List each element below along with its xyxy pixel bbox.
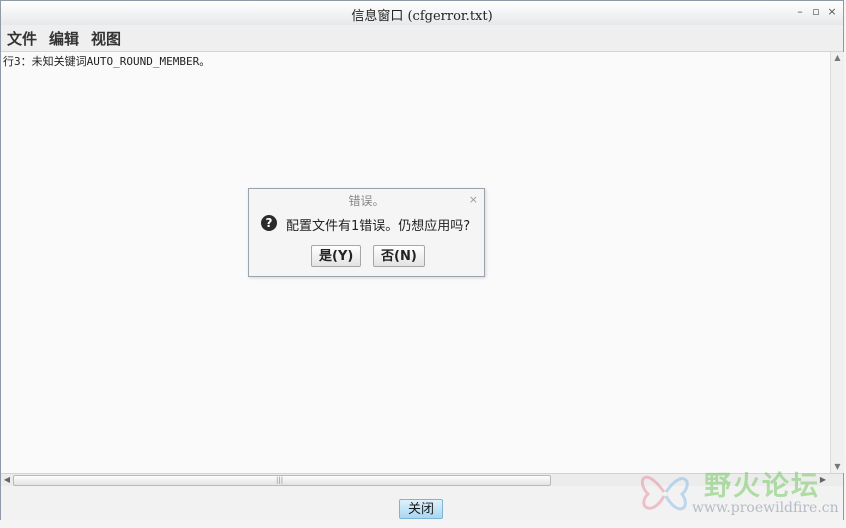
scroll-up-icon[interactable]: ▲ [831,52,844,64]
error-line: 行3：未知关键词AUTO_ROUND_MEMBER。 [3,55,211,68]
dialog-title: 错误。 [348,194,385,208]
grip-icon: ||| [276,476,284,484]
butterfly-logo-icon [640,475,689,511]
menu-edit[interactable]: 编辑 [49,28,79,49]
watermark-title: 野火论坛 [704,471,820,502]
watermark-url: www.proewildfire.cn [692,500,839,516]
window-controls: – ▫ × [795,5,837,19]
dialog-message: 配置文件有1错误。仍想应用吗? [286,219,471,234]
window-title: 信息窗口 (cfgerror.txt) [351,9,493,24]
menu-view[interactable]: 视图 [91,28,121,49]
error-dialog: 错误。 × ? 配置文件有1错误。仍想应用吗? 是(Y) 否(N) [248,188,485,277]
horizontal-scroll-thumb[interactable]: ||| [13,475,551,486]
maximize-button[interactable]: ▫ [811,5,821,19]
vertical-scrollbar[interactable]: ▲ ▼ [830,52,844,473]
question-icon: ? [261,215,277,231]
no-button[interactable]: 否(N) [373,245,425,267]
close-button[interactable]: 关闭 [399,499,443,519]
dialog-close-icon[interactable]: × [469,193,478,206]
yes-button[interactable]: 是(Y) [311,245,362,267]
info-window: 信息窗口 (cfgerror.txt) – ▫ × 文件 编辑 视图 行3：未知… [0,0,844,520]
watermark: 野火论坛 www.proewildfire.cn [634,462,839,522]
close-window-button[interactable]: × [827,5,837,19]
title-bar[interactable]: 信息窗口 (cfgerror.txt) – ▫ × [1,1,843,26]
menu-bar: 文件 编辑 视图 [1,25,843,52]
scroll-left-icon[interactable]: ◀ [1,474,13,486]
minimize-button[interactable]: – [795,5,805,19]
menu-file[interactable]: 文件 [7,28,37,49]
